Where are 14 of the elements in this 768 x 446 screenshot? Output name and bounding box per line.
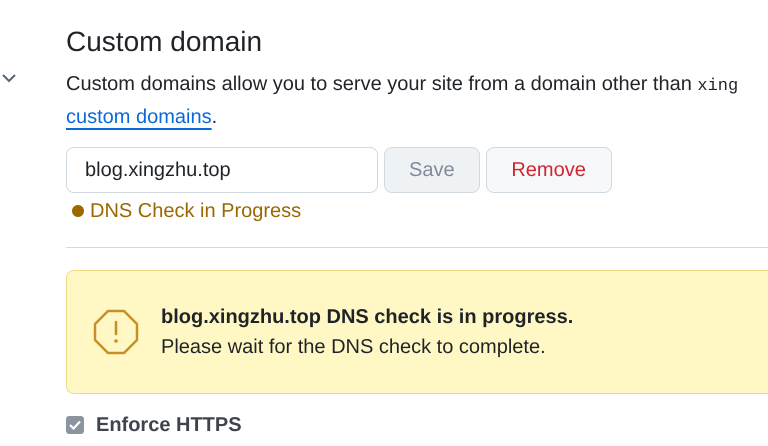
period-text: . bbox=[212, 106, 218, 128]
enforce-https-label: Enforce HTTPS bbox=[96, 414, 242, 436]
status-dot-icon bbox=[72, 205, 84, 217]
description-text: Custom domains allow you to serve your site from a domain other than bbox=[66, 73, 693, 95]
dns-status-text: DNS Check in Progress bbox=[90, 199, 302, 223]
code-text: xing bbox=[697, 77, 738, 96]
section-title: Custom domain bbox=[66, 25, 264, 59]
chevron-down-icon[interactable] bbox=[2, 73, 16, 83]
custom-domains-link[interactable]: custom domains bbox=[66, 106, 212, 128]
alert-title: blog.xingzhu.top DNS check is in progress. bbox=[161, 305, 574, 330]
remove-button[interactable]: Remove bbox=[486, 147, 612, 193]
warning-octagon-icon bbox=[93, 309, 139, 355]
domain-input-field[interactable]: blog.xingzhu.top bbox=[66, 147, 378, 193]
alert-message: Please wait for the DNS check to complete. bbox=[161, 335, 547, 360]
